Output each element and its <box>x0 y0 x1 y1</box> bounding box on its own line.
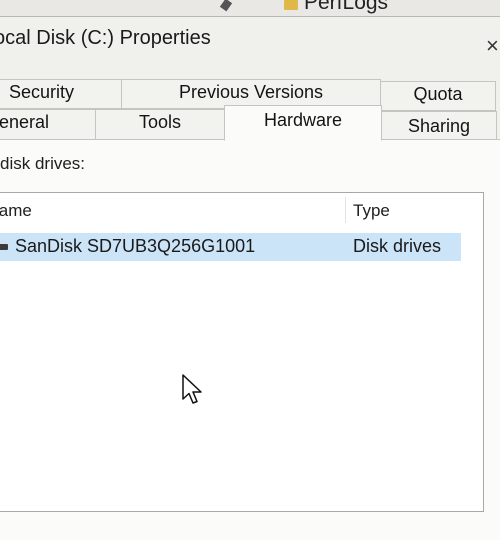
dialog-title: ocal Disk (C:) Properties <box>0 27 211 49</box>
hardware-panel: disk drives: lame Type SanDisk SD7UB3Q25… <box>0 139 500 540</box>
tab-label: Hardware <box>263 110 343 130</box>
disk-drive-list[interactable]: lame Type SanDisk SD7UB3Q256G1001 Disk d… <box>0 192 484 512</box>
device-name: SanDisk SD7UB3Q256G1001 <box>15 236 256 256</box>
list-item[interactable]: SanDisk SD7UB3Q256G1001 Disk drives <box>0 233 461 261</box>
pin-icon <box>219 0 233 12</box>
column-header-type[interactable]: Type <box>353 201 390 221</box>
tab-hardware[interactable]: Hardware <box>224 105 382 141</box>
device-type: Disk drives <box>353 236 442 256</box>
tab-label: Sharing <box>407 116 471 136</box>
tab-label: eneral <box>0 112 50 132</box>
mouse-pointer-icon <box>182 374 202 404</box>
tab-label: Tools <box>138 112 182 132</box>
tab-label: Security <box>9 82 75 102</box>
tab-security[interactable]: Security <box>0 79 122 109</box>
tab-label: Previous Versions <box>178 82 324 102</box>
tab-sharing[interactable]: Sharing <box>381 111 497 142</box>
column-divider[interactable] <box>345 197 346 223</box>
background-folder-label[interactable]: PerfLogs <box>304 0 388 15</box>
tab-general[interactable]: eneral <box>0 109 96 140</box>
tab-quota[interactable]: Quota <box>380 81 496 111</box>
close-icon[interactable]: × <box>486 35 499 57</box>
disk-drive-icon <box>0 244 8 250</box>
properties-dialog: ocal Disk (C:) Properties × Security Pre… <box>0 16 500 540</box>
section-label: disk drives: <box>0 154 86 173</box>
tab-tools[interactable]: Tools <box>95 109 225 140</box>
folder-icon <box>284 0 298 10</box>
column-header-name[interactable]: lame <box>0 201 32 221</box>
tab-label: Quota <box>413 84 463 104</box>
